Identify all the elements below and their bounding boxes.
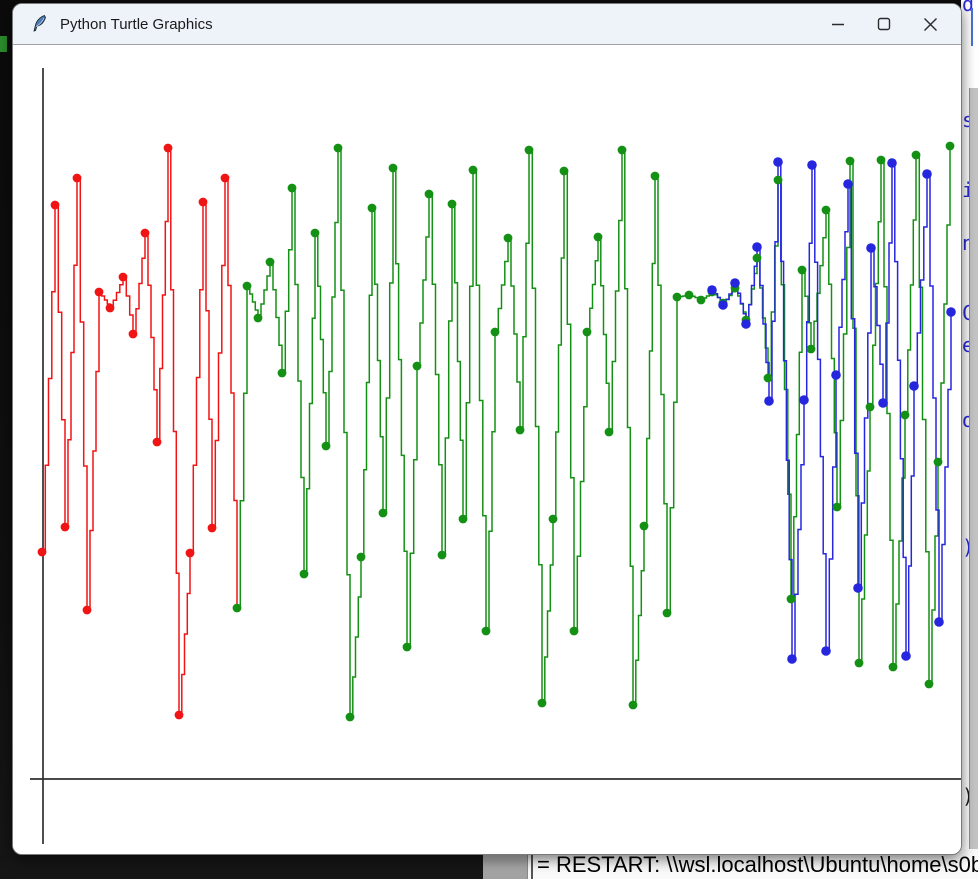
background-window-border xyxy=(971,8,973,46)
window-titlebar[interactable]: Python Turtle Graphics xyxy=(13,4,961,44)
turtle-plot-svg xyxy=(13,45,961,854)
close-button[interactable] xyxy=(907,4,953,44)
turtle-graphics-window: Python Turtle Graphics xyxy=(12,3,962,855)
python-feather-icon xyxy=(30,14,50,34)
window-title: Python Turtle Graphics xyxy=(60,16,213,33)
maximize-icon xyxy=(877,17,891,31)
desktop-fragment xyxy=(0,36,7,52)
minimize-icon xyxy=(831,17,845,31)
desktop-background: dsinCeo)) = RESTART: \\wsl.localhost\Ubu… xyxy=(0,0,978,879)
close-icon xyxy=(923,17,938,32)
background-window-sliver[interactable]: dsinCeo)) xyxy=(961,0,978,855)
maximize-button[interactable] xyxy=(861,4,907,44)
turtle-canvas xyxy=(13,44,961,854)
edge-text-fragment: d xyxy=(962,0,976,14)
scrollbar-strip[interactable] xyxy=(969,88,978,855)
shell-restart-line: = RESTART: \\wsl.localhost\Ubuntu\home\s… xyxy=(537,852,978,878)
shell-divider-line xyxy=(531,851,533,879)
minimize-button[interactable] xyxy=(815,4,861,44)
